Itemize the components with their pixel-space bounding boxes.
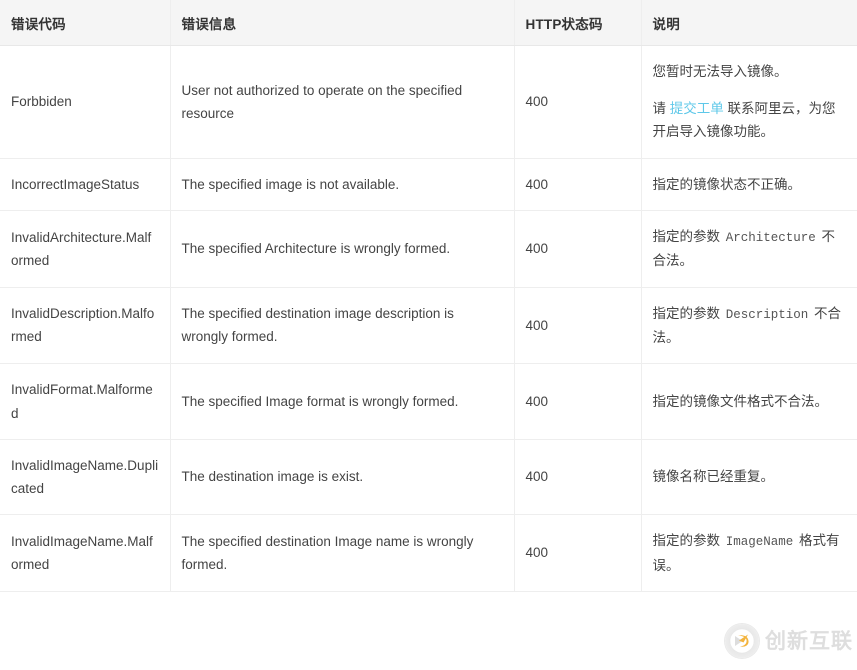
cell-description: 指定的镜像文件格式不合法。 [641, 363, 857, 440]
cell-error-message: The destination image is exist. [170, 439, 515, 516]
column-header-error-message: 错误信息 [170, 0, 515, 46]
table-row: IncorrectImageStatus The specified image… [0, 158, 857, 211]
cell-error-code: Forbbiden [0, 45, 171, 159]
table-body: Forbbiden User not authorized to operate… [0, 45, 857, 592]
cell-error-code: InvalidDescription.Malformed [0, 287, 171, 365]
cell-description: 指定的参数 Architecture 不合法。 [641, 210, 857, 288]
cell-error-code: IncorrectImageStatus [0, 158, 171, 211]
description-prefix: 指定的参数 [652, 305, 724, 321]
watermark-text: 创新互联 [765, 629, 853, 653]
parameter-code: Description [725, 307, 809, 322]
description-line-1: 您暂时无法导入镜像。 [652, 64, 788, 79]
table-row: InvalidDescription.Malformed The specifi… [0, 287, 857, 365]
cell-error-message: The specified image is not available. [170, 158, 515, 211]
cell-http-status: 400 [514, 287, 642, 365]
cell-description: 您暂时无法导入镜像。 请 提交工单 联系阿里云，为您开启导入镜像功能。 [641, 45, 857, 159]
cell-http-status: 400 [514, 514, 642, 592]
cell-error-message: The specified Image format is wrongly fo… [170, 363, 515, 440]
parameter-code: ImageName [725, 535, 794, 550]
cell-description: 指定的参数 Description 不合法。 [641, 287, 857, 365]
table-row: InvalidImageName.Duplicated The destinat… [0, 439, 857, 516]
cell-error-message: The specified Architecture is wrongly fo… [170, 210, 515, 288]
table-row: InvalidFormat.Malformed The specified Im… [0, 363, 857, 440]
cell-error-message: The specified destination Image name is … [170, 514, 515, 592]
cell-error-code: InvalidImageName.Malformed [0, 514, 171, 592]
table-row: InvalidImageName.Malformed The specified… [0, 514, 857, 592]
cell-http-status: 400 [514, 158, 642, 211]
description-prefix: 指定的参数 [652, 228, 724, 244]
error-code-table: 错误代码 错误信息 HTTP状态码 说明 Forbbiden User not … [0, 0, 857, 592]
cell-error-message: The specified destination image descript… [170, 287, 515, 365]
column-header-http-status: HTTP状态码 [514, 0, 642, 46]
cell-error-code: InvalidArchitecture.Malformed [0, 210, 171, 288]
column-header-description: 说明 [641, 0, 857, 46]
table-row: Forbbiden User not authorized to operate… [0, 45, 857, 159]
parameter-code: Architecture [725, 230, 816, 245]
site-watermark: 创新互联 [725, 624, 853, 658]
table-header-row: 错误代码 错误信息 HTTP状态码 说明 [0, 0, 857, 46]
cell-http-status: 400 [514, 363, 642, 440]
submit-ticket-link[interactable]: 提交工单 [670, 101, 724, 116]
cell-http-status: 400 [514, 439, 642, 516]
column-header-error-code: 错误代码 [0, 0, 171, 46]
cell-description: 指定的镜像状态不正确。 [641, 158, 857, 211]
description-prefix: 请 [652, 101, 670, 117]
cell-description: 镜像名称已经重复。 [641, 439, 857, 516]
cell-description: 指定的参数 ImageName 格式有误。 [641, 514, 857, 592]
cell-http-status: 400 [514, 45, 642, 159]
description-prefix: 指定的参数 [652, 533, 724, 549]
table-row: InvalidArchitecture.Malformed The specif… [0, 210, 857, 288]
cell-error-code: InvalidImageName.Duplicated [0, 439, 171, 516]
watermark-logo-icon [725, 624, 759, 658]
description-line-2: 请 提交工单 联系阿里云，为您开启导入镜像功能。 [653, 97, 847, 143]
cell-error-code: InvalidFormat.Malformed [0, 363, 171, 440]
cell-http-status: 400 [514, 210, 642, 288]
table-header: 错误代码 错误信息 HTTP状态码 说明 [0, 0, 857, 46]
cell-error-message: User not authorized to operate on the sp… [170, 45, 515, 159]
